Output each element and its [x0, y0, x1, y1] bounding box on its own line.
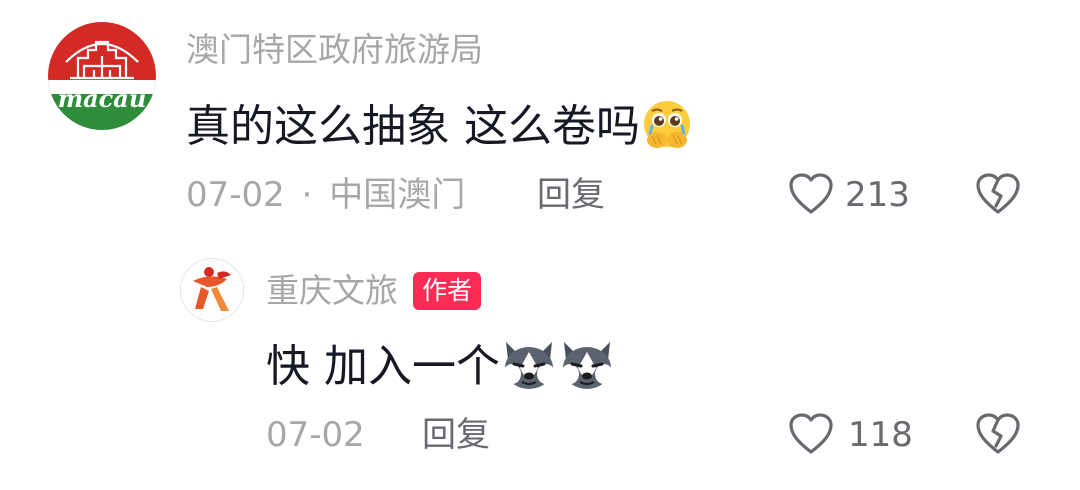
avatar-macau[interactable]: macau: [48, 22, 156, 130]
husky-dog-emoji: [558, 338, 616, 400]
like-button[interactable]: [788, 172, 834, 216]
reply-username[interactable]: 重庆文旅: [266, 271, 398, 310]
comment-date: 07-02: [186, 175, 285, 215]
broken-heart-icon: [976, 173, 1020, 214]
reply-button[interactable]: 回复: [537, 178, 605, 212]
reply-date: 07-02: [266, 415, 365, 455]
heart-icon: [789, 413, 833, 454]
pleading-face-with-hands-emoji: [640, 98, 694, 160]
husky-dog-emoji: [500, 338, 558, 400]
comment-text-content: 真的这么抽象 这么卷吗: [186, 101, 640, 152]
avatar-chongqing-tourism[interactable]: [180, 258, 244, 322]
reply-text-content: 快 加入一个: [266, 341, 500, 392]
reply-to-reply-button[interactable]: 回复: [422, 418, 490, 452]
svg-text:macau: macau: [58, 84, 147, 113]
reply-like-button[interactable]: [788, 412, 834, 456]
reply-like-count: 118: [848, 415, 913, 455]
broken-heart-icon: [976, 413, 1020, 454]
like-count: 213: [845, 175, 910, 215]
reply-text: 快 加入一个: [266, 338, 616, 400]
comment-text: 真的这么抽象 这么卷吗: [186, 98, 694, 160]
reply-header: 重庆文旅 作者: [266, 271, 482, 310]
chongqing-logo: [193, 267, 231, 311]
dislike-button[interactable]: [975, 172, 1021, 216]
comment-location: 中国澳门: [329, 175, 466, 215]
author-badge: 作者: [413, 272, 482, 310]
meta-separator: ·: [301, 175, 313, 215]
heart-icon: [789, 173, 833, 214]
comment-meta: 07-02 · 中国澳门: [186, 178, 465, 212]
macau-logo: macau: [48, 22, 156, 130]
reply-dislike-button[interactable]: [975, 412, 1021, 456]
comment-username[interactable]: 澳门特区政府旅游局: [186, 33, 483, 66]
